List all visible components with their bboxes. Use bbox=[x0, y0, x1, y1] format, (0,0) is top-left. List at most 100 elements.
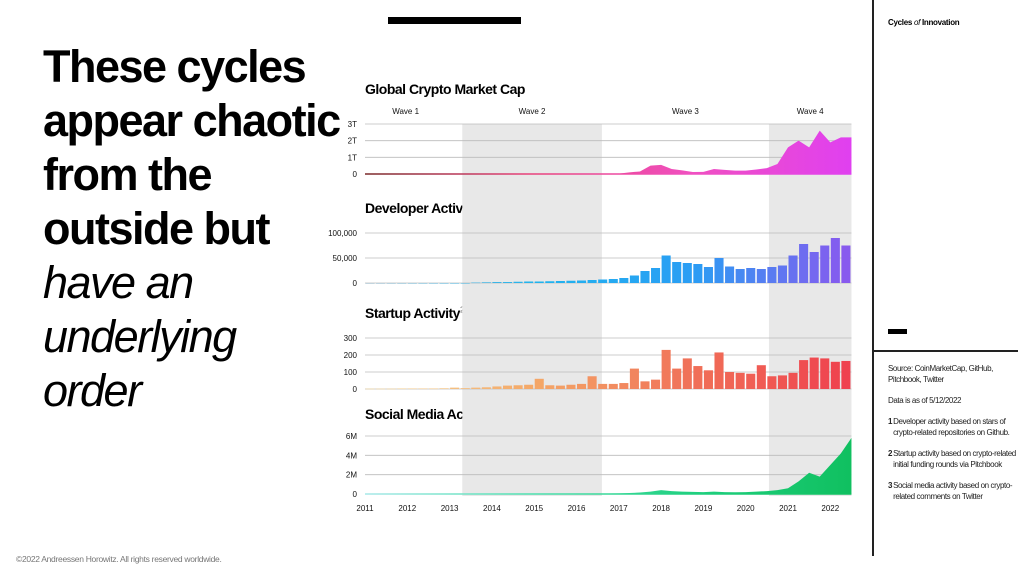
x-tick-label: 2012 bbox=[398, 504, 416, 513]
bar bbox=[439, 388, 449, 389]
bar bbox=[471, 282, 481, 284]
bar bbox=[439, 283, 449, 284]
bar bbox=[693, 366, 703, 389]
x-tick-label: 2013 bbox=[441, 504, 459, 513]
bar bbox=[566, 384, 576, 389]
bar bbox=[376, 388, 386, 390]
bar bbox=[799, 244, 809, 283]
bar bbox=[471, 387, 481, 389]
bar bbox=[524, 384, 534, 389]
bar bbox=[841, 360, 851, 389]
y-tick-label: 100,000 bbox=[328, 229, 357, 238]
bar bbox=[502, 282, 513, 283]
bar bbox=[746, 373, 756, 389]
bar bbox=[629, 275, 639, 283]
bar bbox=[841, 245, 851, 283]
bar bbox=[418, 283, 428, 284]
bar bbox=[534, 378, 544, 389]
bar bbox=[598, 279, 608, 283]
bar bbox=[598, 383, 608, 389]
bar bbox=[587, 280, 597, 283]
bar bbox=[460, 283, 470, 284]
bar bbox=[830, 238, 840, 283]
cycles-charts: Wave 1 Wave 2 Wave 3 Wave 4 0 1T 2T 3T 0 50,000 10… bbox=[328, 107, 852, 513]
bar bbox=[703, 370, 713, 389]
bar bbox=[481, 282, 491, 283]
y-tick-label: 0 bbox=[353, 279, 358, 288]
bar bbox=[397, 388, 407, 390]
x-tick-label: 2017 bbox=[610, 504, 628, 513]
bar bbox=[682, 358, 692, 389]
x-tick-label: 2016 bbox=[568, 504, 586, 513]
x-tick-label: 2014 bbox=[483, 504, 501, 513]
bar bbox=[577, 280, 587, 283]
bar bbox=[672, 262, 682, 283]
bar bbox=[418, 388, 428, 390]
bar bbox=[502, 385, 513, 389]
wave-label: Wave 4 bbox=[797, 107, 824, 116]
bar bbox=[746, 268, 756, 283]
bar bbox=[460, 388, 470, 389]
bar bbox=[735, 372, 745, 389]
x-tick-label: 2011 bbox=[356, 504, 374, 513]
y-tick-label: 100 bbox=[344, 368, 358, 377]
bar bbox=[830, 361, 840, 389]
bar bbox=[397, 283, 407, 284]
y-tick-label: 0 bbox=[353, 170, 358, 179]
bar bbox=[376, 283, 386, 284]
bar bbox=[555, 281, 565, 283]
bar bbox=[566, 280, 576, 283]
x-tick-label: 2020 bbox=[737, 504, 755, 513]
bar bbox=[365, 283, 375, 284]
y-tick-label: 300 bbox=[344, 334, 358, 343]
bar bbox=[777, 265, 787, 283]
bar bbox=[820, 358, 830, 389]
bar bbox=[756, 365, 766, 389]
bar bbox=[365, 388, 375, 390]
bar bbox=[629, 368, 639, 389]
bar bbox=[386, 283, 396, 284]
x-tick-label: 2019 bbox=[695, 504, 713, 513]
bar bbox=[524, 281, 534, 283]
wave-label: Wave 3 bbox=[672, 107, 699, 116]
bar bbox=[386, 388, 396, 390]
wave-label: Wave 2 bbox=[519, 107, 546, 116]
bar bbox=[682, 263, 692, 283]
bar bbox=[513, 281, 523, 283]
bar bbox=[640, 381, 650, 389]
bar bbox=[534, 281, 544, 283]
bar bbox=[820, 245, 830, 283]
bar bbox=[450, 387, 460, 389]
bar bbox=[513, 385, 523, 389]
y-tick-label: 4M bbox=[346, 451, 357, 460]
y-tick-label: 6M bbox=[346, 432, 357, 441]
y-tick-label: 1T bbox=[348, 153, 357, 162]
bar bbox=[756, 269, 766, 283]
bar bbox=[640, 271, 650, 283]
x-tick-label: 2021 bbox=[779, 504, 797, 513]
bar bbox=[555, 385, 565, 389]
y-tick-label: 2T bbox=[348, 137, 357, 146]
y-tick-label: 0 bbox=[353, 490, 358, 499]
wave-label: Wave 1 bbox=[392, 107, 419, 116]
bar bbox=[693, 264, 703, 283]
bar bbox=[608, 279, 618, 283]
bar bbox=[587, 376, 597, 389]
bar bbox=[714, 258, 724, 283]
bar bbox=[735, 269, 745, 283]
bar bbox=[777, 375, 787, 389]
bar bbox=[767, 267, 777, 283]
bar bbox=[619, 383, 629, 389]
y-tick-label: 50,000 bbox=[333, 254, 358, 263]
x-tick-label: 2018 bbox=[652, 504, 670, 513]
bar bbox=[407, 388, 417, 390]
bar bbox=[492, 282, 502, 283]
bar bbox=[725, 372, 735, 389]
bar bbox=[428, 283, 439, 284]
wave-shading bbox=[768, 124, 852, 496]
bar bbox=[809, 252, 819, 283]
bar bbox=[714, 352, 724, 389]
bar bbox=[651, 268, 661, 283]
bar bbox=[661, 349, 671, 389]
y-tick-label: 2M bbox=[346, 471, 357, 480]
